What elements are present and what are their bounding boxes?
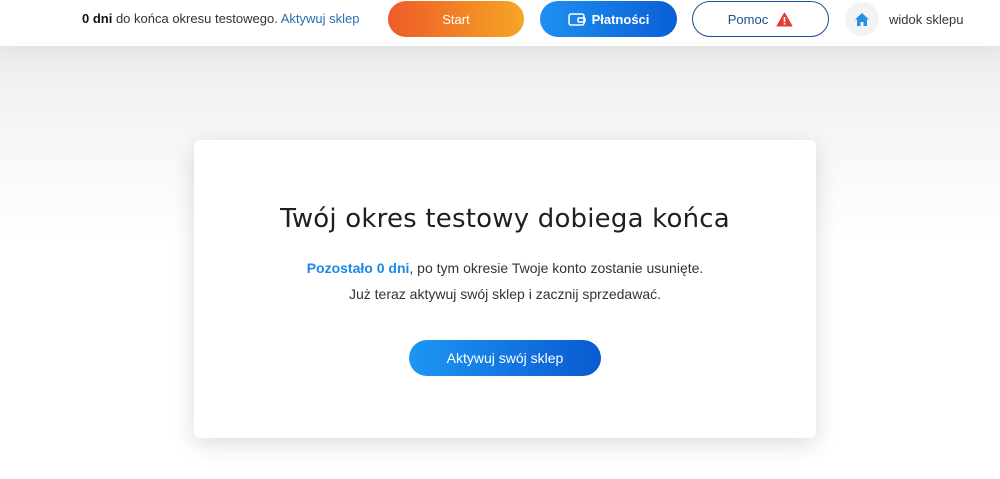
card-title: Twój okres testowy dobiega końca	[280, 204, 730, 234]
trial-text: do końca okresu testowego.	[112, 11, 281, 26]
shop-view-label: widok sklepu	[889, 11, 964, 27]
trial-info: 0 dni do końca okresu testowego. Aktywuj…	[82, 11, 359, 26]
home-icon	[845, 2, 879, 36]
activate-prompt-text: Już teraz aktywuj swój sklep i zacznij s…	[348, 286, 661, 302]
remaining-days-highlight: Pozostało 0 dni	[306, 260, 410, 276]
payments-button[interactable]: Płatności	[540, 1, 677, 37]
start-button-label: Start	[442, 11, 470, 27]
activate-shop-button[interactable]: Aktywuj swój sklep	[409, 340, 601, 376]
wallet-icon	[567, 12, 586, 27]
trial-ending-card: Twój okres testowy dobiega końca Pozosta…	[194, 140, 816, 438]
activate-shop-button-label: Aktywuj swój sklep	[446, 350, 564, 366]
trial-days: 0 dni	[82, 11, 113, 26]
help-button[interactable]: Pomoc	[692, 1, 829, 37]
remaining-days-rest: , po tym okresie Twoje konto zostanie us…	[409, 260, 704, 276]
remaining-days-text: Pozostało 0 dni, po tym okresie Twoje ko…	[194, 260, 816, 276]
shop-view-link[interactable]: widok sklepu	[845, 1, 963, 37]
start-button[interactable]: Start	[388, 1, 524, 37]
warning-icon	[776, 12, 793, 27]
activate-shop-link[interactable]: Aktywuj sklep	[281, 11, 360, 26]
help-button-label: Pomoc	[727, 11, 769, 27]
top-bar: 0 dni do końca okresu testowego. Aktywuj…	[0, 0, 1000, 46]
payments-button-label: Płatności	[591, 11, 650, 27]
